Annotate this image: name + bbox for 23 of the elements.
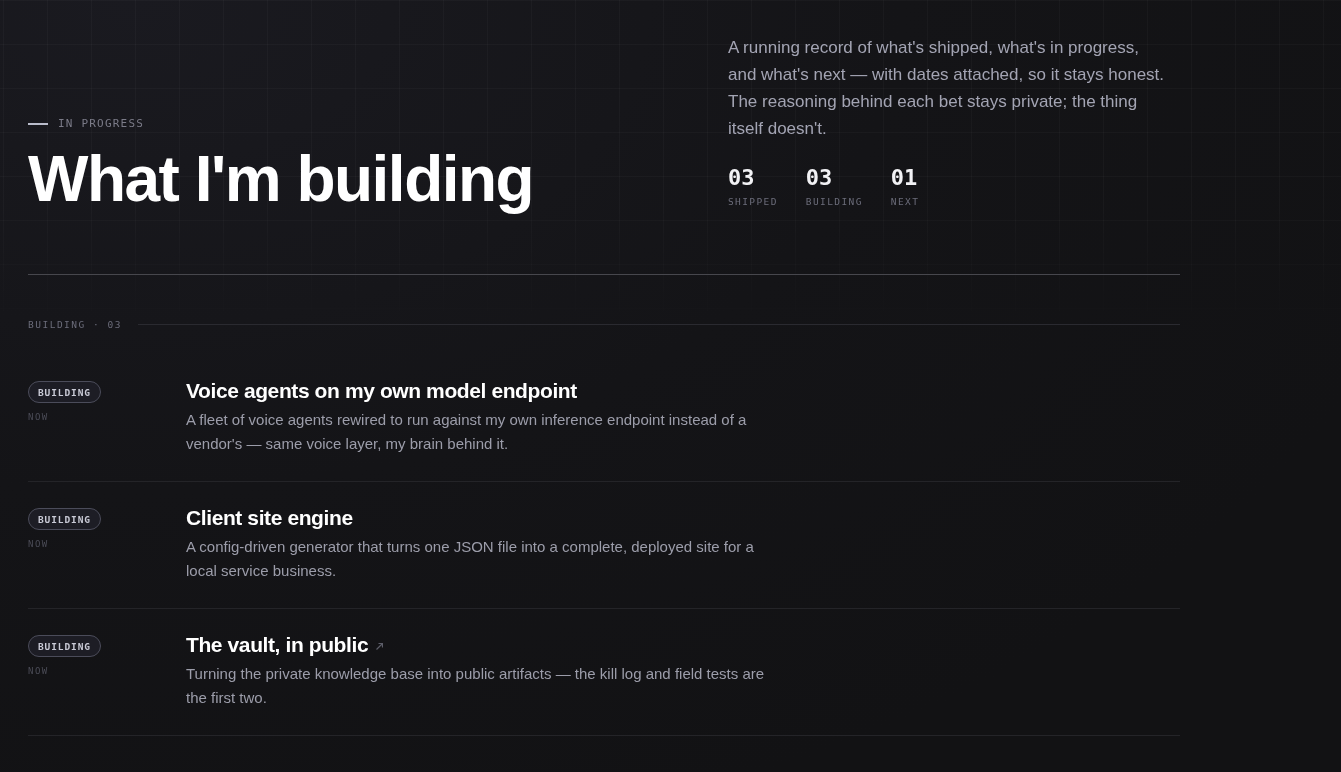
- timeframe-label: NOW: [28, 539, 49, 549]
- project-title: Voice agents on my own model endpoint: [186, 378, 577, 404]
- section-label: BUILDING · 03: [28, 318, 122, 330]
- project-title: Client site engine: [186, 505, 353, 531]
- dash-icon: [28, 122, 48, 125]
- timeframe-label: NOW: [28, 412, 49, 422]
- intro-paragraph: A running record of what's shipped, what's in progress, and what's next — with dates attached, so it stays honest. The reasoning behind each bet stays private; the thing itself doesn't.: [728, 37, 1166, 140]
- project-description: A config-driven generator that turns one JSON file into a complete, deployed site for a local service business.: [186, 537, 755, 581]
- status-badge: BUILDING: [28, 381, 101, 403]
- stat-label: SHIPPED: [728, 196, 778, 207]
- project-description: Turning the private knowledge base into public artifacts — the kill log and field tests are the first two.: [186, 664, 766, 708]
- timeframe-label: NOW: [28, 666, 49, 676]
- stat-label: BUILDING: [805, 196, 863, 207]
- status-badge: BUILDING: [28, 635, 101, 657]
- status-badge: BUILDING: [28, 508, 101, 530]
- stat-value: 01: [890, 166, 918, 190]
- eyebrow-label: IN PROGRESS: [58, 117, 145, 130]
- stat-value: 03: [728, 166, 755, 190]
- project-description: A fleet of voice agents rewired to run against my own inference endpoint instead of a vendor's — same voice layer, my brain behind it.: [186, 410, 748, 454]
- stat-label: NEXT: [890, 196, 920, 207]
- stat-value: 03: [805, 166, 833, 190]
- project-title: The vault, in public: [186, 632, 369, 658]
- page-title: What I'm building: [28, 144, 535, 215]
